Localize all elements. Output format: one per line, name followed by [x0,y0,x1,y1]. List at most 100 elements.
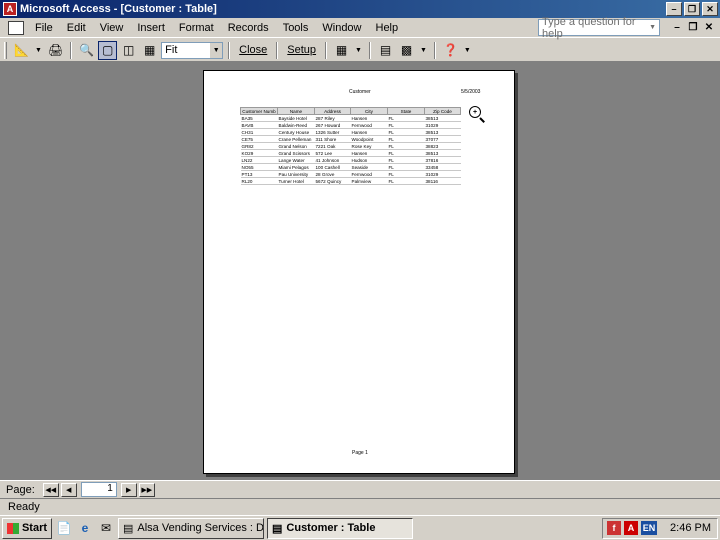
table-cell: 267 Howard [314,121,351,129]
ati-tray-icon[interactable]: A [624,521,638,535]
table-cell: Baldwin-Reed [277,121,315,129]
menu-help[interactable]: Help [369,22,406,34]
table-cell: 311 Shore [314,135,351,143]
previous-page-button[interactable]: ◀ [60,482,77,497]
access-app-icon[interactable]: A [3,2,17,16]
toolbar-options-icon[interactable]: ▼ [462,41,473,60]
view-dropdown-icon[interactable]: ▼ [33,41,44,60]
zoom-select[interactable]: Fit ▼ [161,41,224,59]
doc-minimize-button[interactable]: – [670,21,684,35]
table-cell: 33458 [424,163,461,171]
table-cell: Hansen [350,114,388,122]
first-page-button[interactable]: ◀◀ [42,482,59,497]
table-cell: Grand Scissors [277,149,315,157]
view-icon[interactable]: 📐 [12,41,31,60]
two-pages-icon[interactable]: ◫ [119,41,138,60]
table-cell: FL [387,163,425,171]
table-cell: 38513 [424,149,461,157]
table-cell: FL [387,149,425,157]
table-row: NO55 Miami Pelagos 100 Cashell Seaside FL 334… [240,163,461,171]
new-object-dropdown-icon[interactable]: ▼ [418,41,429,60]
last-page-button[interactable]: ▶▶ [138,482,155,497]
print-icon[interactable]: 🖨 [46,41,65,60]
print-preview-toolbar: 📐 ▼ 🖨 🔍 ▢ ◫ ▦ Fit ▼ Close Setup ▦ ▼ ▤ ▩ … [0,39,720,62]
setup-button[interactable]: Setup [283,44,320,56]
taskbar-item-customer-table[interactable]: ▤ Customer : Table [267,517,413,539]
table-cell: Hudson [350,156,388,164]
desktop-quicklaunch-icon[interactable]: 📄 [55,519,73,537]
table-cell: Grand Nelson [277,142,315,150]
doc-close-button[interactable]: ✕ [702,21,716,35]
table-cell: 28 Grove [314,170,351,178]
table-cell: LN22 [240,156,278,164]
table-cell: 7221 Oak [314,142,351,150]
table-cell: 100 Cashell [314,163,351,171]
doc-restore-button[interactable]: ❐ [686,21,700,35]
minimize-button[interactable]: – [666,2,682,16]
new-object-icon[interactable]: ▩ [397,41,416,60]
toolbar-separator [276,41,279,59]
close-window-button[interactable]: ✕ [702,2,718,16]
table-cell: 287 Riley [314,114,351,122]
taskbar-item-label: Alsa Vending Services : D... [137,522,264,534]
table-cell: Fernwood [350,121,388,129]
table-row: BAVB Baldwin-Reed 267 Howard Fernwood FL 3102… [240,121,461,129]
chevron-down-icon[interactable]: ▼ [210,42,223,58]
table-cell: 5672 Quincy [314,177,351,185]
chevron-down-icon[interactable]: ▼ [649,24,656,31]
zoom-icon[interactable]: 🔍 [77,41,96,60]
language-indicator[interactable]: EN [641,521,657,535]
help-placeholder: Type a question for help [542,15,636,40]
toolbar-separator [228,41,231,59]
multiple-pages-icon[interactable]: ▦ [140,41,159,60]
help-icon[interactable]: ❓ [441,41,460,60]
status-bar: Ready [0,498,720,515]
database-window-icon[interactable]: ▤ [376,41,395,60]
start-button[interactable]: Start [2,517,52,539]
page-number-input[interactable]: 1 [80,482,117,497]
flash-tray-icon[interactable]: f [607,521,621,535]
table-cell: FL [387,128,425,136]
table-cell: FL [387,135,425,143]
table-cell: Woodpoint [350,135,388,143]
table-cell: 31029 [424,170,461,178]
system-tray: f A EN 2:46 PM [602,517,718,539]
table-row: LN22 Lange Water 41 Johnson Hudson FL 37816 [240,156,461,164]
close-preview-button[interactable]: Close [235,44,271,56]
taskbar-item-label: Customer : Table [286,522,376,534]
menu-insert[interactable]: Insert [130,22,172,34]
report-header-row: Customer Numb Name Address City State Zi… [240,107,461,115]
table-cell: 572 Lee [314,149,351,157]
page-label: Page: [6,483,35,496]
internet-explorer-icon[interactable]: e [76,519,94,537]
taskbar-item-database[interactable]: ▤ Alsa Vending Services : D... [118,517,264,539]
start-label: Start [21,522,48,534]
table-cell: Lange Water [277,156,315,164]
one-page-icon[interactable]: ▢ [98,40,118,60]
next-page-button[interactable]: ▶ [120,482,137,497]
help-search-box[interactable]: Type a question for help ▼ [538,16,660,40]
column-header: City [350,107,388,115]
menu-tools[interactable]: Tools [276,22,316,34]
page-navigation: Page: ◀◀ ◀ 1 ▶ ▶▶ [0,480,720,498]
menu-file[interactable]: File [28,22,60,34]
restore-button[interactable]: ❐ [684,2,700,16]
menu-edit[interactable]: Edit [60,22,93,34]
outlook-icon[interactable]: ✉ [97,519,115,537]
column-header: Zip Code [424,107,461,115]
office-links-icon[interactable]: ▦ [332,41,351,60]
menu-view[interactable]: View [93,22,131,34]
table-doc-icon[interactable] [8,20,24,35]
table-row: GR82 Grand Nelson 7221 Oak Rose Key FL 38823 [240,142,461,150]
menu-records[interactable]: Records [221,22,276,34]
menu-window[interactable]: Window [315,22,368,34]
column-header: Name [277,107,315,115]
report-page[interactable]: Customer 5/5/2003 Customer Numb Name Add… [203,70,515,474]
toolbar-grip[interactable] [4,41,7,59]
table-cell: Crane Pelleman [277,135,315,143]
table-row: CH31 Century House 1326 Sutter Hansen FL 3851… [240,128,461,136]
table-doc-icon: ▤ [123,522,134,535]
office-links-dropdown-icon[interactable]: ▼ [353,41,364,60]
menu-format[interactable]: Format [172,22,221,34]
clock: 2:46 PM [670,522,711,534]
